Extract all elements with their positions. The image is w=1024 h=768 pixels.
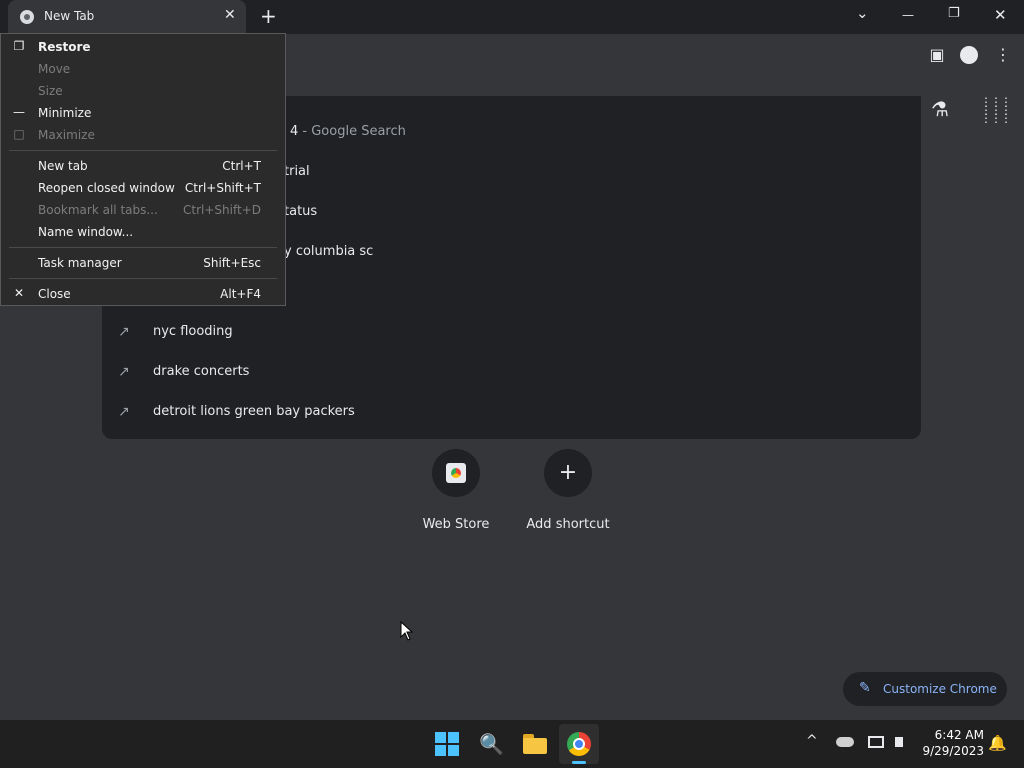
restore-icon: ❐ <box>13 39 25 53</box>
taskbar-clock[interactable]: 6:42 AM 9/29/2023 <box>920 727 984 759</box>
suggestion-query: y columbia sc <box>284 244 374 259</box>
menu-item-maximize: □ Maximize <box>1 124 285 146</box>
plus-icon: + <box>558 460 578 485</box>
web-store-icon <box>446 463 466 483</box>
suggestion-suffix: - Google Search <box>298 124 406 139</box>
menu-item-close[interactable]: ✕ Close Alt+F4 <box>1 283 285 305</box>
customize-chrome-label: Customize Chrome <box>883 682 997 696</box>
menu-label: Task manager <box>38 256 122 270</box>
menu-label: Name window... <box>38 225 134 239</box>
menu-item-minimize[interactable]: — Minimize <box>1 102 285 124</box>
mouse-cursor-icon <box>400 621 413 641</box>
tab-title: New Tab <box>44 9 95 23</box>
shortcut-label: Add shortcut <box>526 517 610 532</box>
show-hidden-icons-chevron-icon[interactable]: ^ <box>806 733 818 749</box>
folder-body <box>523 738 547 754</box>
customize-chrome-button[interactable]: ✎ Customize Chrome <box>843 672 1007 706</box>
volume-muted-icon[interactable] <box>895 737 903 747</box>
menu-label: Restore <box>38 40 91 54</box>
menu-item-task-manager[interactable]: Task manager Shift+Esc <box>1 252 285 274</box>
suggestion-item[interactable]: ↗ detroit lions green bay packers <box>102 396 921 432</box>
menu-label: Maximize <box>38 128 95 142</box>
menu-label: Close <box>38 287 71 301</box>
menu-item-size: Size <box>1 80 285 102</box>
apps-grid-icon[interactable]: ⋮⋮⋮ ⋮⋮⋮ ⋮⋮⋮ <box>980 96 1012 125</box>
profile-avatar-icon[interactable] <box>960 46 978 64</box>
title-bar: New Tab ✕ + ⌄ — ❐ ✕ <box>0 0 1024 34</box>
menu-item-new-tab[interactable]: New tab Ctrl+T <box>1 155 285 177</box>
pencil-icon: ✎ <box>859 680 871 696</box>
shortcut-label: Web Store <box>422 517 490 532</box>
suggestion-query: detroit lions green bay packers <box>153 404 355 419</box>
trending-icon: ↗ <box>118 324 130 340</box>
suggestion-query: tatus <box>284 204 318 219</box>
trending-icon: ↗ <box>118 364 130 380</box>
file-explorer-icon[interactable] <box>523 732 547 756</box>
menu-shortcut: Alt+F4 <box>220 287 261 301</box>
maximize-icon: □ <box>13 127 25 141</box>
side-panel-icon[interactable]: ▣ <box>926 44 948 66</box>
close-tab-icon[interactable]: ✕ <box>224 7 236 23</box>
suggestion-item[interactable]: ↗ drake concerts <box>102 356 921 392</box>
new-tab-button[interactable]: + <box>260 4 277 28</box>
menu-label: Reopen closed window <box>38 181 175 195</box>
logo-tile <box>435 732 446 743</box>
menu-separator <box>9 150 277 151</box>
suggestion-query: trial <box>284 164 310 179</box>
minimize-window-button[interactable]: — <box>902 8 914 22</box>
clock-time: 6:42 AM <box>934 728 984 742</box>
suggestion-query: drake concerts <box>153 364 250 379</box>
logo-tile <box>435 745 446 756</box>
menu-item-name-window[interactable]: Name window... <box>1 221 285 243</box>
labs-icon[interactable]: ⚗ <box>931 97 949 121</box>
active-app-indicator <box>572 761 586 764</box>
trending-icon: ↗ <box>118 404 130 420</box>
menu-label: Move <box>38 62 71 76</box>
menu-separator <box>9 278 277 279</box>
menu-label: Bookmark all tabs... <box>38 203 158 217</box>
close-window-button[interactable]: ✕ <box>994 6 1007 24</box>
shortcut-tile <box>432 449 480 497</box>
suggestion-text: 4 - Google Search <box>290 124 406 139</box>
menu-item-reopen-closed-window[interactable]: Reopen closed window Ctrl+Shift+T <box>1 177 285 199</box>
menu-item-move: Move <box>1 58 285 80</box>
chrome-favicon-icon <box>20 10 34 24</box>
shortcut-tile: + <box>544 449 592 497</box>
close-icon: ✕ <box>13 286 25 300</box>
notification-bell-icon[interactable]: 🔔 <box>988 734 1007 752</box>
logo-tile <box>448 745 459 756</box>
add-shortcut-button[interactable]: + Add shortcut <box>508 449 628 532</box>
network-icon[interactable] <box>868 736 884 748</box>
menu-label: Minimize <box>38 106 92 120</box>
menu-item-restore[interactable]: ❐ Restore <box>1 36 285 58</box>
menu-separator <box>9 247 277 248</box>
apps-grid-row: ⋮⋮⋮ <box>980 111 1012 125</box>
tab-search-icon[interactable]: ⌄ <box>856 4 869 22</box>
menu-label: Size <box>38 84 63 98</box>
menu-label: New tab <box>38 159 88 173</box>
window-system-menu: ❐ Restore Move Size — Minimize □ Maximiz… <box>0 33 286 306</box>
suggestion-item[interactable]: ↗ nyc flooding <box>102 316 921 352</box>
menu-item-bookmark-all-tabs: Bookmark all tabs... Ctrl+Shift+D <box>1 199 285 221</box>
menu-shortcut: Shift+Esc <box>203 256 261 270</box>
menu-shortcut: Ctrl+Shift+D <box>183 203 261 217</box>
minimize-icon: — <box>13 105 25 119</box>
logo-tile <box>448 732 459 743</box>
windows-start-icon[interactable] <box>435 732 459 756</box>
menu-shortcut: Ctrl+Shift+T <box>184 181 261 195</box>
menu-shortcut: Ctrl+T <box>222 159 261 173</box>
onedrive-icon[interactable] <box>836 737 854 747</box>
browser-menu-icon[interactable]: ⋮ <box>992 44 1014 66</box>
taskbar-search-icon[interactable]: 🔍 <box>479 732 504 756</box>
tab-new-tab[interactable]: New Tab ✕ <box>8 0 246 34</box>
suggestion-query: nyc flooding <box>153 324 233 339</box>
restore-window-button[interactable]: ❐ <box>948 6 960 21</box>
clock-date: 9/29/2023 <box>922 744 984 758</box>
chrome-taskbar-icon[interactable] <box>567 732 591 756</box>
shortcut-web-store[interactable]: Web Store <box>396 449 516 532</box>
